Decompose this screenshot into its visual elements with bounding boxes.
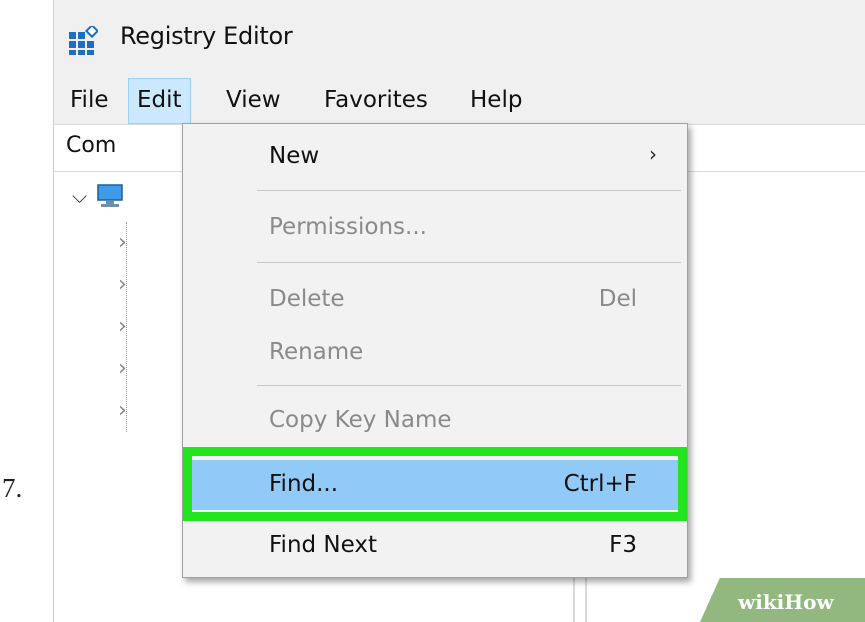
- menu-item-label: Permissions...: [269, 214, 427, 240]
- collapsed-chevron-icon[interactable]: ›: [118, 398, 127, 423]
- menu-edit[interactable]: Edit: [128, 78, 191, 124]
- menu-item-rename[interactable]: Rename: [183, 328, 687, 378]
- menu-item-label: New: [269, 143, 320, 169]
- menu-item-label: Delete: [269, 286, 345, 312]
- menu-file[interactable]: File: [62, 78, 117, 124]
- menu-item-delete[interactable]: Delete Del: [183, 275, 687, 325]
- menu-separator: [257, 190, 681, 191]
- collapsed-chevron-icon[interactable]: ›: [118, 356, 127, 381]
- title-bar: Registry Editor: [54, 0, 865, 78]
- menu-view[interactable]: View: [218, 78, 289, 124]
- menu-separator: [257, 385, 681, 386]
- menu-item-permissions[interactable]: Permissions...: [183, 203, 687, 253]
- menu-item-label: Copy Key Name: [269, 407, 452, 433]
- collapsed-chevron-icon[interactable]: ›: [118, 314, 127, 339]
- menu-item-label: Find Next: [269, 532, 378, 558]
- wikihow-watermark: wikiHow: [700, 578, 865, 622]
- highlight-callout-box: [183, 447, 687, 521]
- collapsed-chevron-icon[interactable]: ›: [118, 230, 127, 255]
- collapsed-chevron-icon[interactable]: ›: [118, 272, 127, 297]
- registry-editor-icon: [69, 26, 98, 55]
- submenu-arrow-icon: ›: [649, 142, 657, 166]
- menu-help[interactable]: Help: [462, 78, 530, 124]
- menu-item-copy-key-name[interactable]: Copy Key Name: [183, 396, 687, 446]
- menu-item-shortcut: Del: [598, 286, 637, 312]
- window-title: Registry Editor: [120, 22, 293, 50]
- menu-favorites[interactable]: Favorites: [316, 78, 436, 124]
- address-text: Com: [66, 133, 117, 158]
- watermark-prefix: wiki: [738, 590, 785, 614]
- menu-item-shortcut: F3: [609, 532, 637, 558]
- menu-item-find-next[interactable]: Find Next F3: [183, 521, 687, 571]
- expand-chevron-icon[interactable]: ⌵: [72, 184, 87, 208]
- watermark-suffix: How: [784, 590, 834, 614]
- step-number: 7.: [2, 473, 23, 503]
- watermark-text: wikiHow: [738, 590, 834, 614]
- menu-item-new[interactable]: New ›: [183, 132, 687, 182]
- computer-icon: [97, 184, 123, 207]
- edit-menu-dropdown: New › Permissions... Delete Del Rename C…: [182, 123, 688, 578]
- menu-item-label: Rename: [269, 339, 364, 365]
- menu-separator: [257, 262, 681, 263]
- menu-bar: File Edit View Favorites Help: [54, 78, 865, 124]
- registry-editor-window: Registry Editor File Edit View Favorites…: [53, 0, 865, 622]
